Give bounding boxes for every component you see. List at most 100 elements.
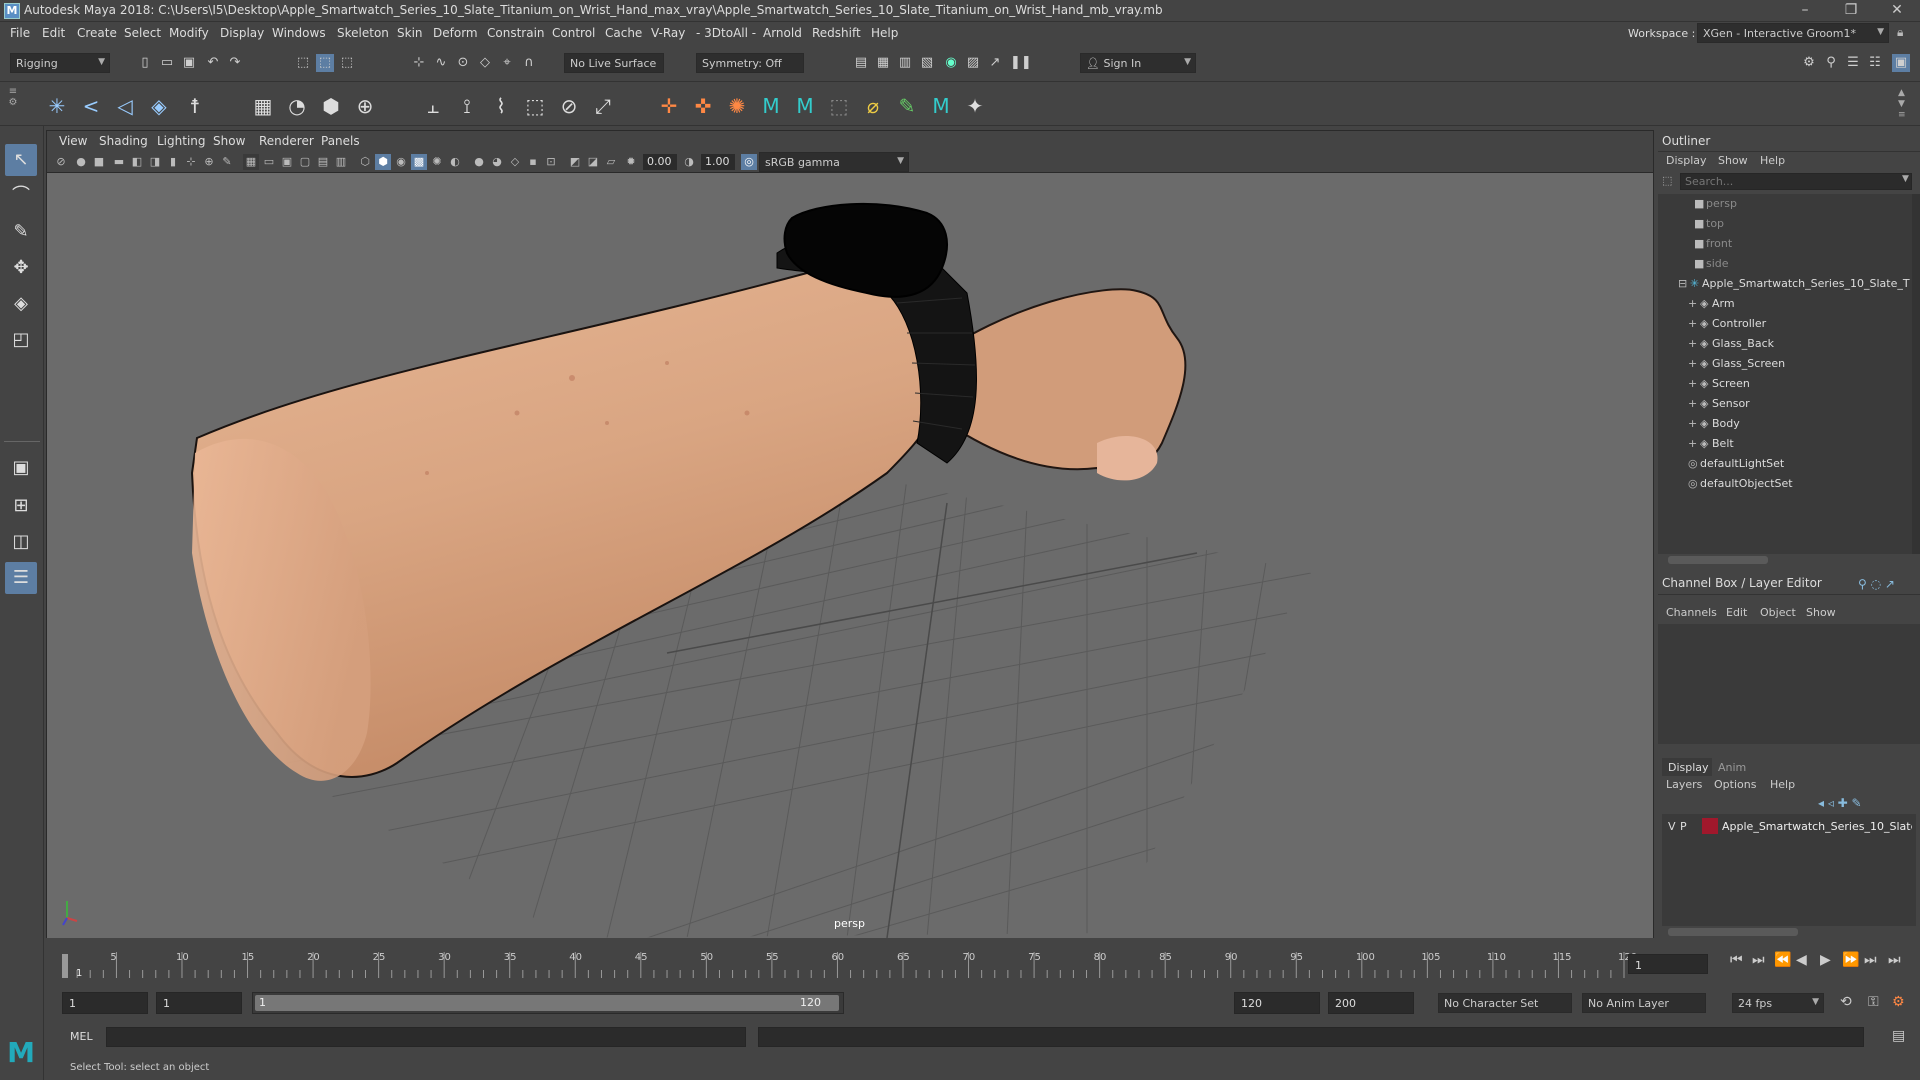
collapse-icon[interactable]: ⊟	[1678, 274, 1690, 294]
outliner-item-glass-back[interactable]: + ◈ Glass_Back	[1688, 334, 1774, 354]
shelf-scroll-icon[interactable]: ▲ ▼ ≡	[1898, 88, 1906, 121]
sign-in-dropdown[interactable]: 👤︎ Sign In ▼	[1080, 53, 1196, 73]
select-component-icon[interactable]: ⬚	[338, 54, 356, 72]
play-forward-icon[interactable]: ▶	[1820, 952, 1831, 968]
layer-color-swatch[interactable]	[1702, 818, 1718, 834]
snap-view-plane-icon[interactable]: ◇	[476, 54, 494, 72]
snap-point-icon[interactable]: ⊙	[454, 54, 472, 72]
outliner-item-default-light-set[interactable]: ◎ defaultLightSet	[1688, 454, 1784, 474]
hypershade-icon[interactable]: ◉	[942, 54, 960, 72]
current-frame-field[interactable]: 1	[1628, 954, 1708, 974]
channel-box-layout-icons[interactable]: ⚲ ◌ ↗	[1858, 577, 1895, 591]
menu-set-dropdown[interactable]: Rigging ▼	[10, 53, 110, 73]
wave-icon[interactable]: ⤢	[590, 93, 616, 119]
outliner-item-default-object-set[interactable]: ◎ defaultObjectSet	[1688, 474, 1793, 494]
tab-anim[interactable]: Anim	[1718, 761, 1746, 774]
hik-control-icon[interactable]: M	[928, 93, 954, 119]
layer-horizontal-scrollbar[interactable]	[1668, 928, 1798, 936]
menu-display[interactable]: Display	[220, 26, 264, 40]
tab-display[interactable]: Display	[1662, 758, 1712, 776]
current-time-marker[interactable]	[62, 954, 68, 978]
outliner-item-belt[interactable]: + ◈ Belt	[1688, 434, 1734, 454]
menu-create[interactable]: Create	[77, 26, 117, 40]
layer-action-icons[interactable]: ◂ ◃ ✚ ✎	[1818, 796, 1862, 810]
vray-interactive-icon[interactable]: ↗	[986, 54, 1004, 72]
outliner-menu-show[interactable]: Show	[1718, 154, 1748, 167]
lasso-tool-icon[interactable]: ⌒	[5, 180, 37, 212]
expand-icon[interactable]: +	[1688, 434, 1700, 454]
shaded-icon[interactable]: ⬢	[375, 154, 391, 170]
step-back-key-icon[interactable]: ⏭	[1752, 952, 1765, 968]
step-forward-key-icon[interactable]: ⏭	[1864, 952, 1877, 968]
film-gate-icon[interactable]: ⊕	[201, 154, 217, 170]
aim-constraint-icon[interactable]: ✺	[724, 93, 750, 119]
filter-icon[interactable]: ⬚	[1662, 174, 1676, 188]
bookmark-icon[interactable]: ▬	[111, 154, 127, 170]
xray-icon[interactable]: ▥	[333, 154, 349, 170]
wrap-icon[interactable]: ⊕	[352, 93, 378, 119]
bind-skin-icon[interactable]: ▦	[250, 93, 276, 119]
playback-start-field[interactable]: 1	[156, 992, 242, 1014]
animation-preferences-icon[interactable]: ⚙	[1892, 994, 1905, 1010]
layer-menu-help[interactable]: Help	[1770, 778, 1795, 791]
grease-pencil-icon[interactable]: ▮	[165, 154, 181, 170]
character-controls-icon[interactable]: ⚲	[1822, 54, 1840, 72]
3d-scene-view[interactable]: persp	[47, 173, 1653, 938]
layout-single-icon[interactable]: ▣	[5, 452, 37, 484]
layout-four-icon[interactable]: ⊞	[5, 490, 37, 522]
animation-end-field[interactable]: 200	[1328, 992, 1414, 1014]
color-space-dropdown[interactable]: sRGB gamma ▼	[759, 152, 909, 172]
minimize-button[interactable]: –	[1782, 0, 1828, 22]
outliner-item-arm[interactable]: + ◈ Arm	[1688, 294, 1735, 314]
menu-arnold[interactable]: Arnold	[763, 26, 802, 40]
default-material-icon[interactable]: ▣	[279, 154, 295, 170]
shadows-icon[interactable]: ▤	[315, 154, 331, 170]
outliner-menu-display[interactable]: Display	[1666, 154, 1707, 167]
paint-select-icon[interactable]: ✎	[5, 216, 37, 248]
menu-deform[interactable]: Deform	[433, 26, 478, 40]
range-slider-handle[interactable]: 1 120	[255, 995, 839, 1011]
camera-attr-icon[interactable]: ■	[91, 154, 107, 170]
motion-blur-icon[interactable]: ◕	[489, 154, 505, 170]
grid-icon[interactable]: ⊹	[183, 154, 199, 170]
redo-icon[interactable]: ↷	[226, 54, 244, 72]
mirror-joint-icon[interactable]: ◈	[146, 93, 172, 119]
time-slider[interactable]: 1 5 10 15 20 25 30 35 40 45 50 55 60 65 70 75 80 85 90 95 1…	[46, 948, 1920, 980]
outliner-item-top[interactable]: ■ top	[1694, 214, 1724, 234]
snap-curve-icon[interactable]: ∿	[432, 54, 450, 72]
panel-menu-view[interactable]: View	[59, 134, 87, 148]
parent-constraint-icon[interactable]: ✛	[656, 93, 682, 119]
smooth-shade-icon[interactable]: ▭	[261, 154, 277, 170]
live-surface-dropdown[interactable]: No Live Surface	[564, 53, 664, 73]
chevron-down-icon[interactable]: ▼	[1902, 174, 1909, 184]
go-to-end-icon[interactable]: ⏭	[1888, 952, 1901, 968]
hud-icon[interactable]: ◩	[567, 154, 583, 170]
layer-menu-layers[interactable]: Layers	[1666, 778, 1702, 791]
outliner-item-body[interactable]: + ◈ Body	[1688, 414, 1740, 434]
expand-icon[interactable]: +	[1688, 394, 1700, 414]
channel-menu-channels[interactable]: Channels	[1666, 606, 1717, 619]
new-scene-icon[interactable]: ▯	[136, 54, 154, 72]
expand-icon[interactable]: +	[1688, 334, 1700, 354]
save-scene-icon[interactable]: ▣	[180, 54, 198, 72]
humanik-icon[interactable]: ☨	[182, 93, 208, 119]
lock-icon[interactable]: 🔒︎	[1897, 25, 1911, 41]
menu-vray[interactable]: V-Ray	[651, 26, 685, 40]
exposure-icon[interactable]: ✹	[623, 154, 639, 170]
undo-icon[interactable]: ↶	[204, 54, 222, 72]
snap-magnet-icon[interactable]: ∩	[520, 54, 538, 72]
menu-help[interactable]: Help	[871, 26, 898, 40]
expand-icon[interactable]: +	[1688, 374, 1700, 394]
shelf-options-icon[interactable]: ≡ ⚙	[4, 86, 22, 124]
command-language-label[interactable]: MEL	[70, 1030, 93, 1043]
image-plane-icon[interactable]: ◧	[129, 154, 145, 170]
create-joint-icon[interactable]: ✳	[44, 93, 70, 119]
channel-box-toggle-icon[interactable]: ▣	[1892, 54, 1910, 72]
panel-menu-panels[interactable]: Panels	[321, 134, 360, 148]
add-influence-icon[interactable]: ✦	[962, 93, 988, 119]
script-editor-icon[interactable]: ▤	[1892, 1028, 1905, 1044]
expand-icon[interactable]: +	[1688, 294, 1700, 314]
outliner-menu-help[interactable]: Help	[1760, 154, 1785, 167]
paint-weights-icon[interactable]: ◔	[284, 93, 310, 119]
resolution-gate-icon[interactable]: ✎	[219, 154, 235, 170]
